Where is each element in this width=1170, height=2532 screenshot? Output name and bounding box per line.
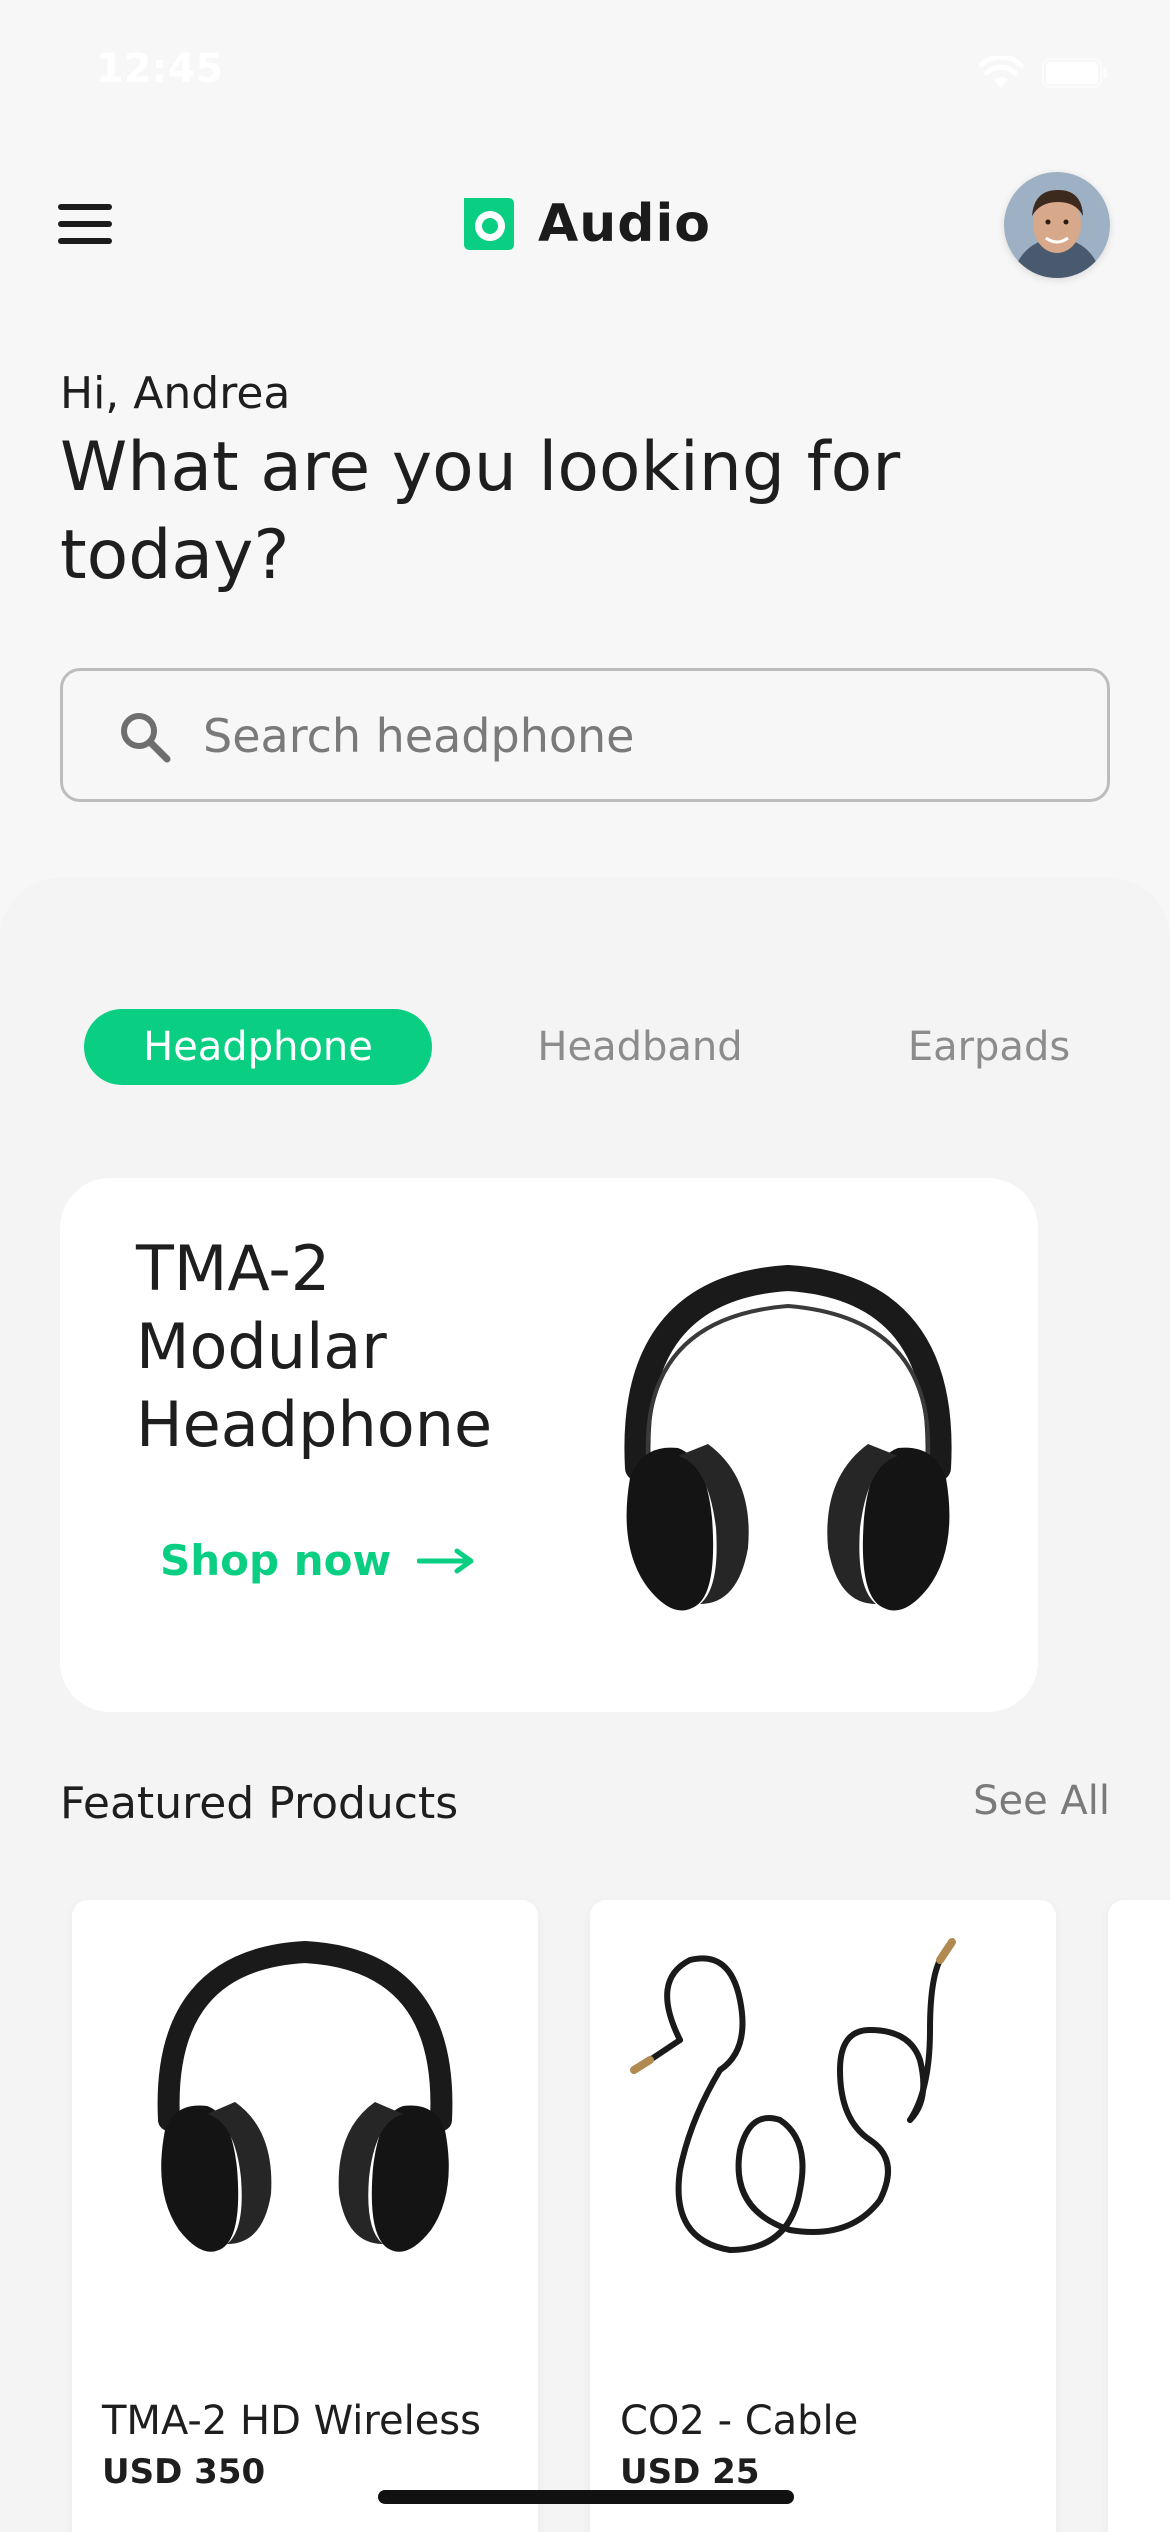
content-panel: Headphone Headband Earpads TMA-2 Modular… [0, 878, 1170, 2532]
search-icon [121, 713, 171, 763]
battery-icon [1042, 58, 1108, 88]
status-time: 12:45 [96, 46, 224, 92]
product-image-headphone [157, 1940, 453, 2252]
logo-text: Audio [538, 194, 712, 254]
search-input[interactable] [203, 701, 1063, 771]
greeting-text: Hi, Andrea [60, 368, 291, 419]
promo-card[interactable]: TMA-2 Modular Headphone Shop now [60, 1178, 1038, 1712]
tab-headband[interactable]: Headband [510, 1009, 770, 1085]
promo-title: TMA-2 Modular Headphone [136, 1232, 493, 1461]
featured-header: Featured Products See All [60, 1768, 1110, 1838]
product-image-cable [630, 1938, 956, 2254]
product-name: TMA-2 HD Wireless [102, 2398, 481, 2444]
shop-now-link[interactable]: Shop now [160, 1536, 475, 1585]
app-header: Audio [0, 170, 1170, 280]
product-price: USD 25 [620, 2452, 760, 2492]
home-indicator[interactable] [378, 2490, 794, 2504]
section-title: Featured Products [60, 1778, 459, 1829]
avatar[interactable] [1004, 172, 1110, 278]
product-name: CO2 - Cable [620, 2398, 859, 2444]
category-tabs: Headphone Headband Earpads [84, 1009, 1104, 1085]
see-all-link[interactable]: See All [973, 1778, 1110, 1824]
shop-now-label: Shop now [160, 1536, 392, 1585]
status-bar: 12:45 [0, 0, 1170, 150]
product-price: USD 350 [102, 2452, 266, 2492]
headphone-image [624, 1264, 952, 1611]
wifi-icon [978, 56, 1024, 90]
tab-headphone[interactable]: Headphone [84, 1009, 432, 1085]
page-title: What are you looking for today? [60, 428, 901, 595]
product-card[interactable]: TMA-2 HD Wireless USD 350 [72, 1900, 538, 2532]
product-card-peek[interactable] [1108, 1900, 1170, 2532]
tab-earpads[interactable]: Earpads [874, 1009, 1104, 1085]
search-box[interactable] [60, 668, 1110, 802]
home-screen: 12:45 Audio Hi, Andrea What are you look… [0, 0, 1170, 2532]
app-logo: Audio [456, 192, 711, 256]
product-card[interactable]: CO2 - Cable USD 25 [590, 1900, 1056, 2532]
arrow-right-icon [417, 1548, 474, 1573]
status-icons [978, 56, 1108, 90]
hamburger-menu-icon[interactable] [58, 204, 112, 244]
audio-logo-icon [464, 198, 514, 250]
